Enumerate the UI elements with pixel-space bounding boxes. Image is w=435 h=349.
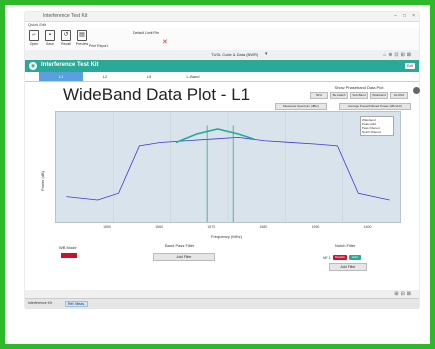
exit-button[interactable]: Exit xyxy=(405,63,415,69)
preview-label: Preview xyxy=(75,42,89,46)
taskbar: Interference Kit Ref. Meas. xyxy=(25,298,419,309)
x-axis-label: Frequency (MHz) xyxy=(211,234,242,239)
settings-icon[interactable] xyxy=(413,87,420,94)
phaseband-option[interactable]: Wideband xyxy=(370,92,388,99)
save-label: Save xyxy=(46,42,54,46)
tab-l-band[interactable]: L-Band xyxy=(171,72,215,81)
notch-edit-button[interactable]: Edit xyxy=(349,255,361,260)
app-header: ◉ Interference Test Kit Exit xyxy=(25,60,419,72)
x-tick-label: 1600 xyxy=(363,225,372,229)
folder-icon: ⌐ xyxy=(29,30,39,41)
bottom-toolbar: ⊞⊟⊠ xyxy=(25,290,419,298)
app-logo-icon: ◉ xyxy=(29,62,37,70)
wb-mode-label: WB Mode xyxy=(59,245,77,250)
plot-title: WideBand Data Plot - L1 xyxy=(63,85,251,104)
recall-button[interactable]: ↺ Recall xyxy=(59,30,73,46)
taskbar-item[interactable]: Ref. Meas. xyxy=(65,301,88,307)
ribbon: ⌐ Open ▪ Save ↺ Recall ▤ Preview Print Repor… xyxy=(25,28,419,51)
x-tick-label: 1580 xyxy=(259,225,268,229)
wb-mode-toggle[interactable] xyxy=(61,253,77,258)
plot-panel: WideBand Data Plot - L1 Show Phaseband D… xyxy=(39,81,420,308)
legend-entry: Notch Filtered xyxy=(362,130,381,134)
close-icon[interactable]: × xyxy=(412,13,415,19)
preview-button[interactable]: ▤ Preview xyxy=(75,30,89,46)
spectrum-select[interactable]: Measured Spectrum (dBm) xyxy=(275,103,327,110)
phaseband-panel: Show Phaseband Data Plot 50% Be Attach S… xyxy=(309,83,409,99)
open-button[interactable]: ⌐ Open xyxy=(27,30,41,46)
plot-canvas[interactable]: Wideband Peak Hold Pass Filtered Notch F… xyxy=(55,111,401,223)
tab-l2[interactable]: L2 xyxy=(83,72,127,81)
toolbar-icons[interactable]: ⌂⊕⊡⊞⊠ xyxy=(383,52,413,58)
bottom-toolbar-icons[interactable]: ⊞⊟⊠ xyxy=(394,291,413,297)
phaseband-heading: Show Phaseband Data Plot xyxy=(334,85,384,90)
taskbar-item[interactable]: Interference Kit xyxy=(28,301,52,305)
y-axis-label: Power (dB) xyxy=(40,170,45,191)
x-tick-label: 1550 xyxy=(103,225,111,229)
preview-icon: ▤ xyxy=(77,30,87,41)
bandpass-label: Band Pass Filter xyxy=(165,243,195,248)
nf-label: NF 1 xyxy=(323,256,331,260)
window-title: Interference Test Kit xyxy=(43,13,88,19)
recall-icon: ↺ xyxy=(61,30,71,41)
phaseband-option[interactable]: GLONA xyxy=(390,92,408,99)
app-title: Interference Test Kit xyxy=(41,62,99,68)
app-window: Interference Test Kit – □ × Quick Edit ⌐… xyxy=(25,12,420,309)
phaseband-option[interactable]: Sub-Band xyxy=(350,92,368,99)
image-frame: Interference Test Kit – □ × Quick Edit ⌐… xyxy=(0,0,435,349)
save-icon: ▪ xyxy=(45,30,55,41)
phaseband-option[interactable]: Be Attach xyxy=(330,92,348,99)
minimize-icon[interactable]: – xyxy=(394,13,397,19)
x-tick-label: 1570 xyxy=(207,225,216,229)
spectrum-chart xyxy=(66,112,390,222)
dataset-select[interactable]: TUSL Code & Data (BWR) xyxy=(211,52,258,57)
x-tick-label: 1590 xyxy=(311,225,320,229)
maximize-icon[interactable]: □ xyxy=(403,13,406,19)
print-report-button[interactable]: Print Report xyxy=(89,44,108,48)
power-select[interactable]: Average Power/Filtered Power (dBm/Hz) xyxy=(339,103,411,110)
bandpass-add-filter-button[interactable]: Add Filter xyxy=(153,253,215,261)
save-button[interactable]: ▪ Save xyxy=(43,30,57,46)
menu-item-quick-edit[interactable]: Quick Edit xyxy=(28,22,46,27)
phaseband-option[interactable]: 50% xyxy=(310,92,328,99)
recall-label: Recall xyxy=(61,42,71,46)
notch-disable-button[interactable]: Disable xyxy=(333,255,347,260)
plot-legend: Wideband Peak Hold Pass Filtered Notch F… xyxy=(360,116,394,136)
notch-add-filter-button[interactable]: Add Filter xyxy=(329,263,367,271)
limit-file-field[interactable]: Default Limit File xyxy=(133,31,159,35)
x-tick-label: 1560 xyxy=(155,225,164,229)
clear-icon[interactable]: ✕ xyxy=(162,38,168,46)
tab-l5[interactable]: L5 xyxy=(127,72,171,81)
tab-l1[interactable]: L1 xyxy=(39,72,83,81)
chevron-down-icon[interactable]: ▾ xyxy=(265,51,268,57)
open-label: Open xyxy=(29,42,39,46)
menu-bar: Quick Edit xyxy=(25,21,419,28)
notch-label: Notch Filter xyxy=(335,243,356,248)
